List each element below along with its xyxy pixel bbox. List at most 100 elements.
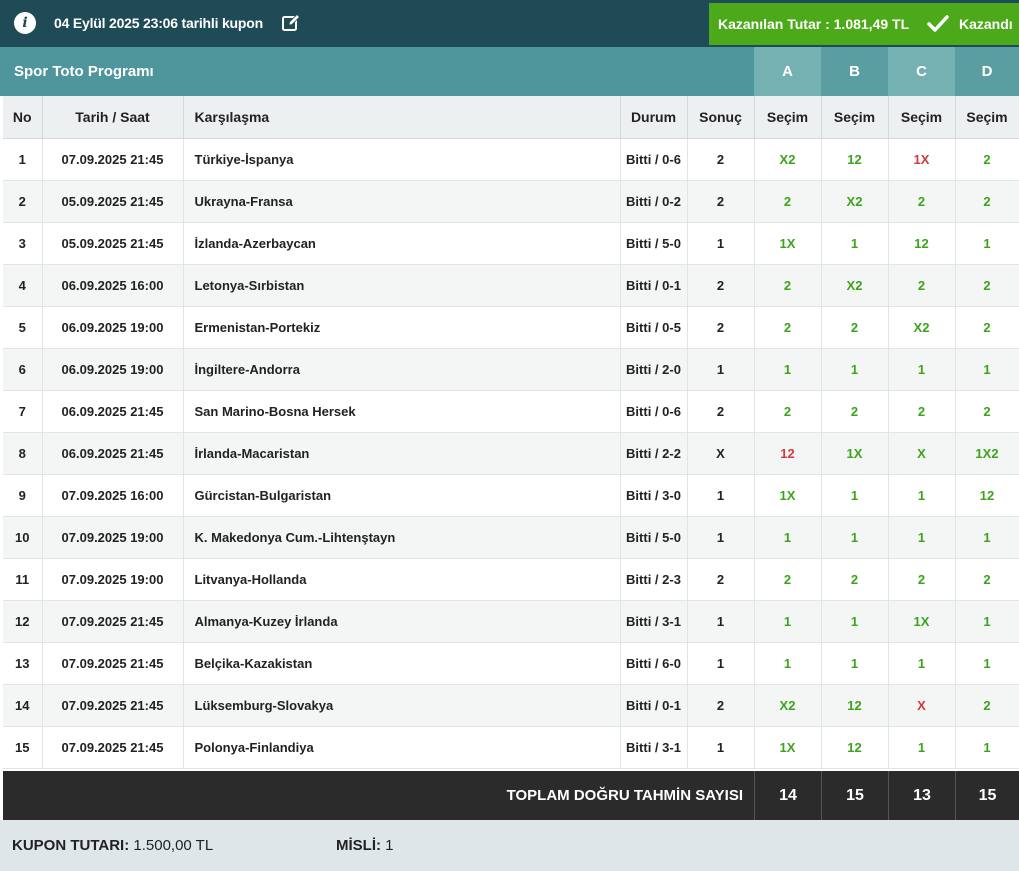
row-match: Polonya-Finlandiya: [183, 726, 621, 769]
coupon-footer: KUPON TUTARI: 1.500,00 TL MİSLİ: 1: [0, 820, 1019, 871]
column-b-header[interactable]: B: [821, 47, 888, 96]
row-pick-d: 1: [955, 222, 1019, 265]
row-pick-a: 2: [754, 306, 822, 349]
info-icon[interactable]: i: [14, 12, 36, 34]
row-pick-b: 2: [821, 306, 889, 349]
pick-correct: 2: [917, 277, 926, 293]
row-result: 2: [687, 558, 755, 601]
row-pick-c: 1: [888, 642, 956, 685]
pick-correct: X2: [913, 319, 930, 335]
pick-correct: 2: [783, 277, 792, 293]
row-result: 2: [687, 684, 755, 727]
row-date: 06.09.2025 21:45: [42, 390, 184, 433]
header-match: Karşılaşma: [183, 96, 621, 139]
row-pick-b: 12: [821, 138, 889, 181]
pick-wrong: X: [917, 697, 926, 713]
row-result: X: [687, 432, 755, 475]
row-status: Bitti / 0-1: [620, 264, 688, 307]
pick-correct: X2: [779, 697, 796, 713]
row-pick-d: 2: [955, 306, 1019, 349]
pick-correct: 1: [917, 739, 926, 755]
pick-correct: 1: [917, 361, 926, 377]
pick-correct: 1: [850, 487, 859, 503]
row-match: Ukrayna-Fransa: [183, 180, 621, 223]
pick-correct: X2: [846, 277, 863, 293]
total-b: 15: [821, 771, 888, 820]
row-pick-b: 12: [821, 684, 889, 727]
row-pick-a: 2: [754, 180, 822, 223]
column-a-header[interactable]: A: [754, 47, 821, 96]
row-pick-b: 1: [821, 474, 889, 517]
pick-correct: 2: [983, 277, 991, 293]
edit-icon[interactable]: [281, 13, 301, 33]
total-d: 15: [955, 771, 1019, 820]
pick-correct: 1: [783, 529, 792, 545]
pick-correct: 1: [850, 235, 859, 251]
won-status: Kazandı: [959, 16, 1013, 32]
header-pick-d: Seçim: [955, 96, 1019, 139]
pick-correct: 1X: [779, 739, 796, 755]
row-pick-c: X: [888, 684, 956, 727]
row-pick-b: 1: [821, 600, 889, 643]
row-pick-b: 12: [821, 726, 889, 769]
total-c: 13: [888, 771, 955, 820]
row-match: İngiltere-Andorra: [183, 348, 621, 391]
row-pick-d: 1: [955, 726, 1019, 769]
row-result: 1: [687, 726, 755, 769]
pick-correct: 2: [850, 319, 859, 335]
row-pick-d: 2: [955, 684, 1019, 727]
pick-correct: 2: [983, 151, 991, 167]
row-status: Bitti / 0-2: [620, 180, 688, 223]
row-pick-d: 1: [955, 516, 1019, 559]
pick-correct: 1: [783, 361, 792, 377]
row-result: 1: [687, 642, 755, 685]
row-date: 06.09.2025 21:45: [42, 432, 184, 475]
row-no: 9: [3, 474, 43, 517]
pick-correct: 1X: [913, 613, 930, 629]
row-no: 7: [3, 390, 43, 433]
column-c-header[interactable]: C: [888, 47, 955, 96]
row-pick-a: 1X: [754, 726, 822, 769]
pick-correct: 12: [979, 487, 995, 503]
pick-correct: 2: [783, 403, 792, 419]
row-pick-b: X2: [821, 180, 889, 223]
row-pick-c: 1: [888, 348, 956, 391]
pick-wrong: 12: [780, 445, 795, 461]
pick-correct: 1: [917, 487, 926, 503]
header-date: Tarih / Saat: [42, 96, 184, 139]
row-date: 07.09.2025 21:45: [42, 138, 184, 181]
pick-correct: 1: [850, 529, 859, 545]
row-date: 07.09.2025 21:45: [42, 642, 184, 685]
row-match: İzlanda-Azerbaycan: [183, 222, 621, 265]
row-pick-b: 2: [821, 390, 889, 433]
row-match: Letonya-Sırbistan: [183, 264, 621, 307]
table-row: 15 07.09.2025 21:45 Polonya-Finlandiya Bitt…: [3, 726, 1019, 769]
pick-correct: 2: [783, 571, 792, 587]
row-status: Bitti / 3-1: [620, 726, 688, 769]
row-result: 2: [687, 306, 755, 349]
pick-correct: 2: [983, 193, 991, 209]
row-status: Bitti / 3-1: [620, 600, 688, 643]
table-row: 2 05.09.2025 21:45 Ukrayna-Fransa Bitti / 0…: [3, 180, 1019, 223]
row-pick-a: 1: [754, 516, 822, 559]
row-result: 1: [687, 516, 755, 559]
row-pick-b: 2: [821, 558, 889, 601]
row-pick-a: 12: [754, 432, 822, 475]
row-status: Bitti / 5-0: [620, 516, 688, 559]
table-row: 8 06.09.2025 21:45 İrlanda-Macaristan Bitti…: [3, 432, 1019, 475]
row-pick-c: 2: [888, 390, 956, 433]
row-no: 15: [3, 726, 43, 769]
table-row: 7 06.09.2025 21:45 San Marino-Bosna Hersek…: [3, 390, 1019, 433]
row-pick-d: 2: [955, 180, 1019, 223]
check-icon: [927, 15, 949, 32]
row-date: 06.09.2025 19:00: [42, 306, 184, 349]
pick-correct: 1: [850, 655, 859, 671]
table-header-row: No Tarih / Saat Karşılaşma Durum Sonuç S…: [3, 96, 1019, 139]
pick-correct: 2: [983, 403, 991, 419]
column-d-header[interactable]: D: [955, 47, 1019, 96]
pick-correct: 2: [917, 571, 926, 587]
row-pick-b: 1X: [821, 432, 889, 475]
row-result: 2: [687, 180, 755, 223]
table-row: 12 07.09.2025 21:45 Almanya-Kuzey İrlanda B…: [3, 600, 1019, 643]
pick-correct: 1: [983, 361, 991, 377]
